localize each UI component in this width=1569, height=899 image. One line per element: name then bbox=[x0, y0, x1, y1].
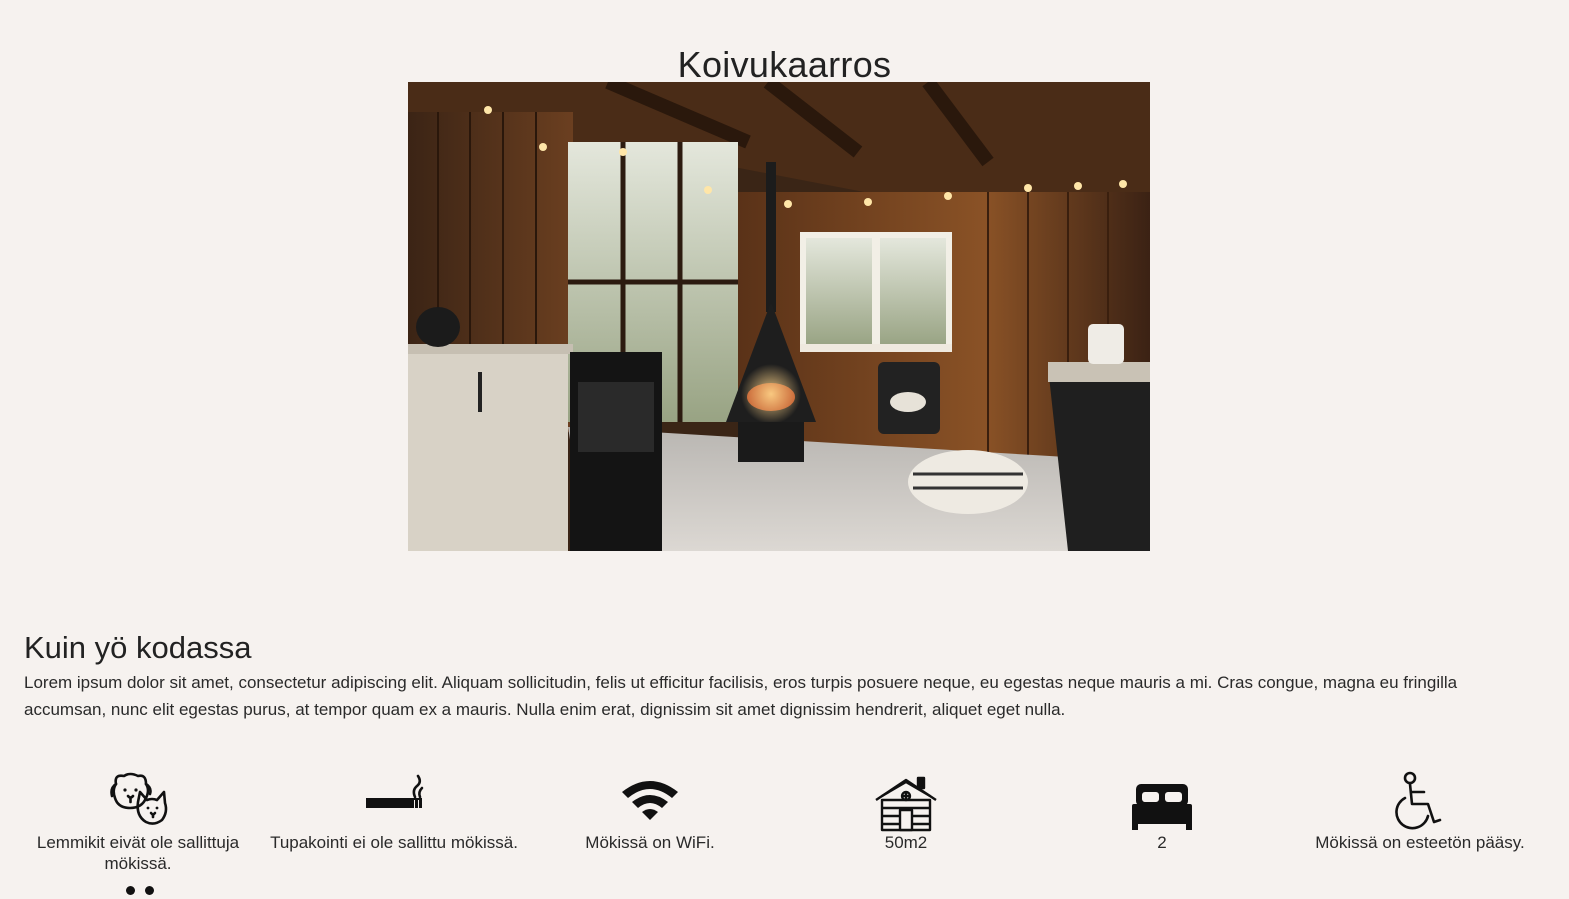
amenity-pets: Lemmikit eivät ole sallittuja mökissä. bbox=[10, 770, 266, 874]
section-description: Lorem ipsum dolor sit amet, consectetur … bbox=[24, 673, 1458, 719]
amenity-label: 2 bbox=[1157, 833, 1167, 852]
amenity-label: Tupakointi ei ole sallittu mökissä. bbox=[270, 833, 518, 852]
cabin-icon bbox=[874, 770, 938, 832]
amenity-beds: 2 bbox=[1034, 770, 1290, 853]
page: Koivukaarros Kuin yö kodassa Lorem ipsum… bbox=[0, 0, 1569, 899]
amenity-smoking: Tupakointi ei ole sallittu mökissä. bbox=[266, 770, 522, 853]
amenity-size: 50m2 bbox=[778, 770, 1034, 853]
wifi-icon bbox=[618, 770, 682, 832]
amenity-label: Mökissä on esteetön pääsy. bbox=[1315, 833, 1525, 852]
amenity-label: 50m2 bbox=[884, 833, 928, 852]
wheelchair-icon bbox=[1388, 770, 1452, 832]
carousel-dots bbox=[126, 886, 158, 896]
bed-icon bbox=[1130, 770, 1194, 832]
amenity-wifi: Mökissä on WiFi. bbox=[522, 770, 778, 853]
amenity-accessibility: Mökissä on esteetön pääsy. bbox=[1292, 770, 1548, 853]
section-title: Kuin yö kodassa bbox=[24, 629, 252, 665]
amenity-label: Lemmikit eivät ole sallittuja mökissä. bbox=[36, 833, 240, 873]
amenities-list: Lemmikit eivät ole sallittuja mökissä. T… bbox=[0, 770, 1569, 880]
pets-icon bbox=[106, 770, 170, 832]
amenity-label: Mökissä on WiFi. bbox=[585, 833, 715, 852]
carousel-dot[interactable] bbox=[145, 886, 154, 895]
page-title: Koivukaarros bbox=[677, 44, 892, 86]
carousel-dot[interactable] bbox=[126, 886, 135, 895]
smoking-icon bbox=[362, 770, 426, 832]
hero-image bbox=[408, 82, 1150, 551]
cabin-interior-illustration bbox=[408, 82, 1150, 551]
